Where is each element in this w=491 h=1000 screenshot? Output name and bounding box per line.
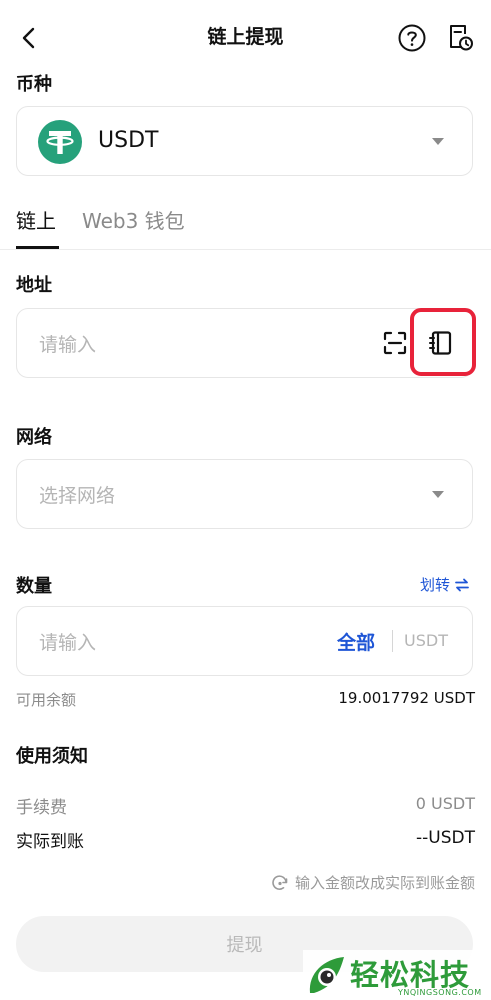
received-label: 实际到账	[16, 832, 84, 852]
notice-title: 使用须知	[16, 746, 88, 767]
watermark: 轻松科技 YNQINGSONG.COM	[303, 950, 491, 1000]
scan-icon	[383, 331, 407, 355]
coin-select[interactable]: USDT	[16, 106, 473, 176]
network-select[interactable]: 选择网络	[16, 459, 473, 529]
amount-field[interactable]: 请输入 全部 USDT	[16, 606, 473, 676]
transfer-label: 划转	[420, 576, 451, 594]
amount-mode-switch[interactable]: 输入金额改成实际到账金额	[271, 872, 475, 893]
switch-icon	[272, 874, 288, 890]
unit-divider	[392, 630, 393, 652]
history-button[interactable]	[445, 22, 475, 54]
available-label: 可用余额	[16, 691, 77, 709]
address-field[interactable]: 请输入	[16, 308, 476, 378]
network-label: 网络	[16, 427, 52, 448]
address-book-icon	[429, 331, 452, 355]
tab-onchain-label: 链上	[16, 209, 56, 233]
fee-label: 手续费	[16, 798, 67, 818]
amount-label: 数量	[16, 576, 52, 597]
leaf-logo-icon	[309, 957, 344, 993]
question-icon	[398, 24, 426, 52]
amount-unit: USDT	[404, 631, 448, 650]
tab-web3-label: Web3 钱包	[82, 209, 185, 233]
withdraw-label: 提现	[226, 935, 263, 956]
coin-label: 币种	[16, 74, 52, 95]
swap-icon	[455, 578, 469, 591]
received-value: --USDT	[416, 828, 475, 848]
all-button[interactable]: 全部	[337, 628, 375, 655]
network-placeholder: 选择网络	[39, 485, 116, 507]
scan-button[interactable]	[381, 329, 409, 357]
chevron-down-icon	[432, 138, 444, 145]
coin-name: USDT	[98, 128, 159, 153]
address-input[interactable]: 请输入	[39, 330, 96, 357]
record-history-icon	[450, 25, 473, 51]
chevron-down-icon	[432, 491, 444, 498]
amount-input[interactable]: 请输入	[39, 628, 96, 655]
tether-logo-icon	[38, 120, 82, 164]
address-label: 地址	[16, 275, 52, 296]
tab-web3-wallet[interactable]: Web3 钱包	[82, 205, 185, 249]
switch-hint: 输入金额改成实际到账金额	[294, 874, 475, 892]
tabs-divider	[0, 249, 491, 250]
fee-value: 0 USDT	[415, 794, 475, 813]
transfer-link[interactable]: 划转	[420, 574, 470, 595]
available-value: 19.0017792 USDT	[338, 689, 475, 707]
watermark-domain: YNQINGSONG.COM	[398, 988, 482, 997]
tab-onchain[interactable]: 链上	[16, 205, 56, 249]
address-book-button[interactable]	[427, 329, 455, 357]
help-button[interactable]	[397, 23, 427, 53]
